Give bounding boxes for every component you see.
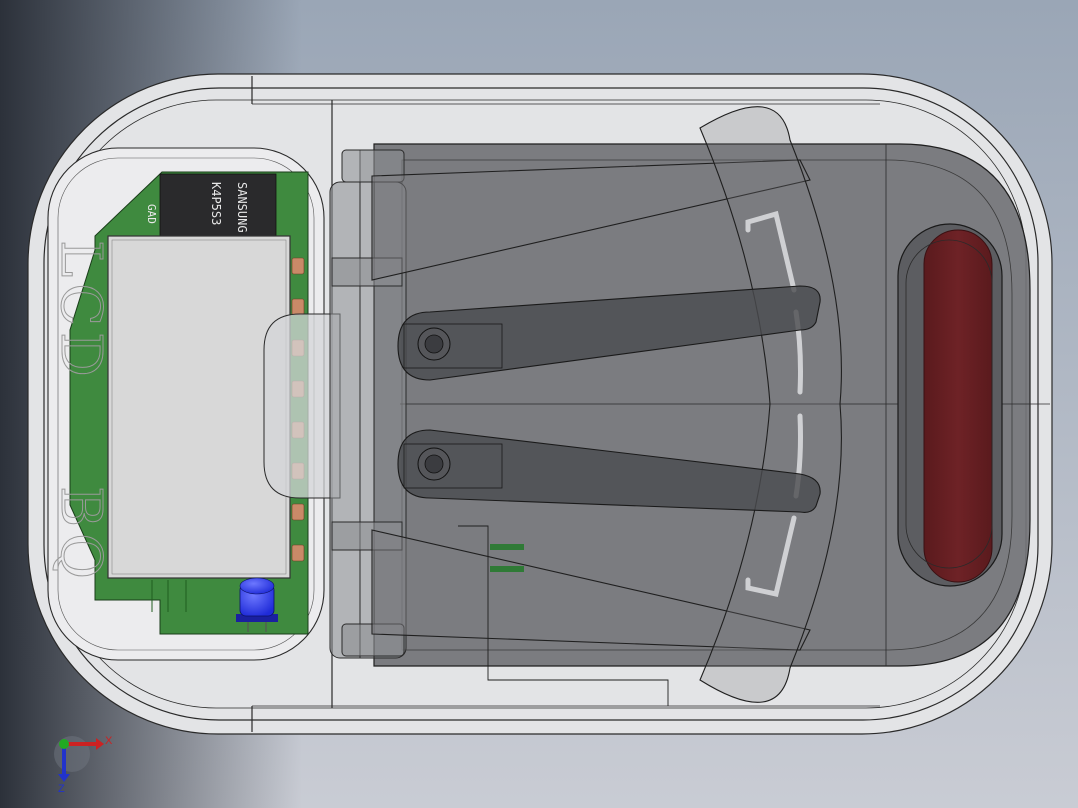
chip-marking-line-2: K4P5S3	[209, 182, 223, 225]
triad-label-x: X	[105, 735, 113, 747]
engraving-bq-text: BQ	[48, 486, 113, 585]
led-dome	[239, 577, 275, 595]
chip-marking-line-3: GAD	[145, 204, 158, 224]
lcd-pad	[291, 257, 305, 275]
lcd-pad	[291, 503, 305, 521]
engraving-lcd-text: LCD	[48, 240, 113, 383]
spring-tab	[490, 544, 524, 550]
compartment-latch[interactable]	[263, 313, 341, 499]
charge-indicator[interactable]	[897, 223, 1003, 587]
lcd-pad	[291, 298, 305, 316]
chip-marking-line-1: SANSUNG	[235, 182, 249, 233]
spring-tab	[490, 566, 524, 572]
triad-shadow	[54, 736, 90, 772]
triad-label-z: Z	[58, 783, 65, 795]
pcb-compartment[interactable]: SANSUNG K4P5S3 GAD LCD BQ	[47, 147, 341, 661]
indicator-lens	[923, 229, 993, 583]
battery-tray[interactable]	[329, 106, 1050, 706]
engraving-bq: BQ	[48, 486, 114, 586]
lcd-pad	[291, 544, 305, 562]
engraving-lcd: LCD	[48, 240, 114, 384]
triad-axis-y	[59, 739, 69, 749]
contact-pivot-pin	[424, 334, 444, 354]
model-viewport[interactable]: SANSUNG K4P5S3 GAD LCD BQ X Z	[0, 0, 1078, 808]
lcd-module[interactable]	[107, 235, 291, 579]
contact-pivot-pin	[424, 454, 444, 474]
